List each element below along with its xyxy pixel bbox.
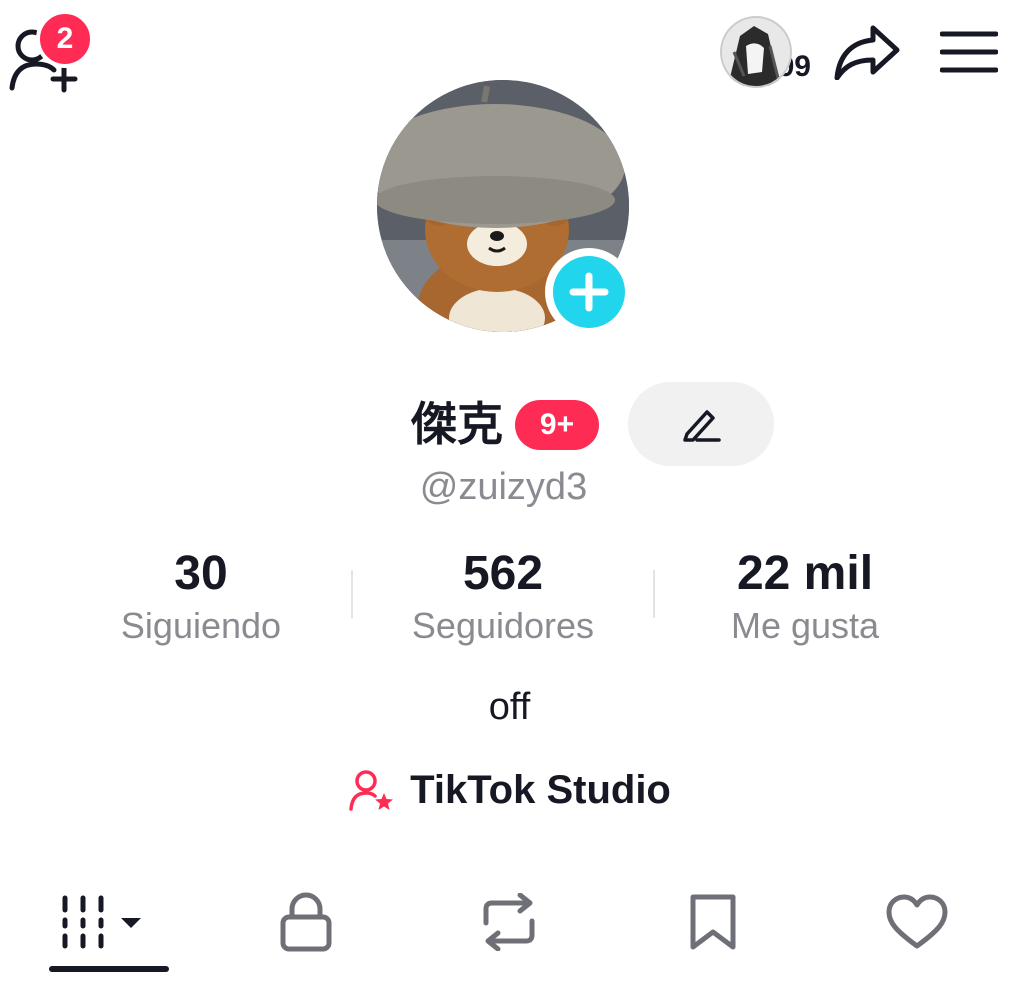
menu-button[interactable]	[939, 22, 999, 82]
tab-reposts[interactable]	[408, 872, 612, 972]
display-name: 傑克	[411, 398, 503, 450]
likes-count: 22 mil	[736, 547, 874, 600]
tab-favorites[interactable]	[611, 872, 815, 972]
plus-icon	[569, 272, 609, 312]
edit-profile-button[interactable]	[628, 382, 774, 466]
profile-tabs	[0, 872, 1019, 982]
lock-icon	[280, 892, 332, 952]
header-actions: 99	[719, 14, 999, 90]
tab-videos[interactable]	[0, 872, 204, 972]
add-story-button[interactable]	[545, 248, 633, 336]
likes-label: Me gusta	[730, 605, 880, 646]
followers-label: Seguidores	[411, 605, 595, 646]
story-viewers-avatar[interactable]	[719, 16, 792, 88]
profile-stats: 30 Siguiendo 562 Seguidores 22 mil Me gu…	[50, 546, 956, 646]
bookmark-icon	[690, 894, 736, 950]
add-friend-button[interactable]: 2	[4, 10, 94, 93]
bio: off	[488, 686, 531, 728]
friend-requests-badge: 2	[36, 10, 94, 68]
grid-videos-icon	[62, 895, 141, 949]
username: @zuizyd3	[0, 466, 1019, 509]
profile-page: 2 99 傑克 9+ @zuizyd3 30 Siguiendo 562 Seg…	[0, 0, 1019, 982]
hamburger-menu-icon	[940, 31, 998, 73]
name-badge[interactable]: 9+	[515, 400, 599, 450]
stat-followers[interactable]: 562 Seguidores	[352, 546, 654, 646]
share-button[interactable]	[831, 16, 903, 88]
stat-following[interactable]: 30 Siguiendo	[50, 546, 352, 646]
following-count: 30	[174, 547, 228, 600]
name-row: 傑克 9+	[0, 382, 1019, 466]
pencil-icon	[683, 410, 721, 442]
profile-avatar-container	[377, 80, 633, 336]
tab-private[interactable]	[204, 872, 408, 972]
followers-count: 562	[462, 547, 544, 600]
selected-tab-indicator	[49, 966, 169, 972]
tab-liked[interactable]	[815, 872, 1019, 972]
tiktok-studio-link[interactable]: TikTok Studio	[0, 768, 1019, 813]
following-label: Siguiendo	[120, 605, 282, 646]
repost-icon	[483, 893, 535, 951]
username-text: @zuizyd3	[419, 466, 588, 508]
creator-star-icon	[349, 769, 394, 811]
share-arrow-icon	[834, 25, 900, 80]
tiktok-studio-label: TikTok Studio	[410, 768, 671, 812]
heart-icon	[886, 894, 948, 949]
stat-likes[interactable]: 22 mil Me gusta	[654, 546, 956, 646]
